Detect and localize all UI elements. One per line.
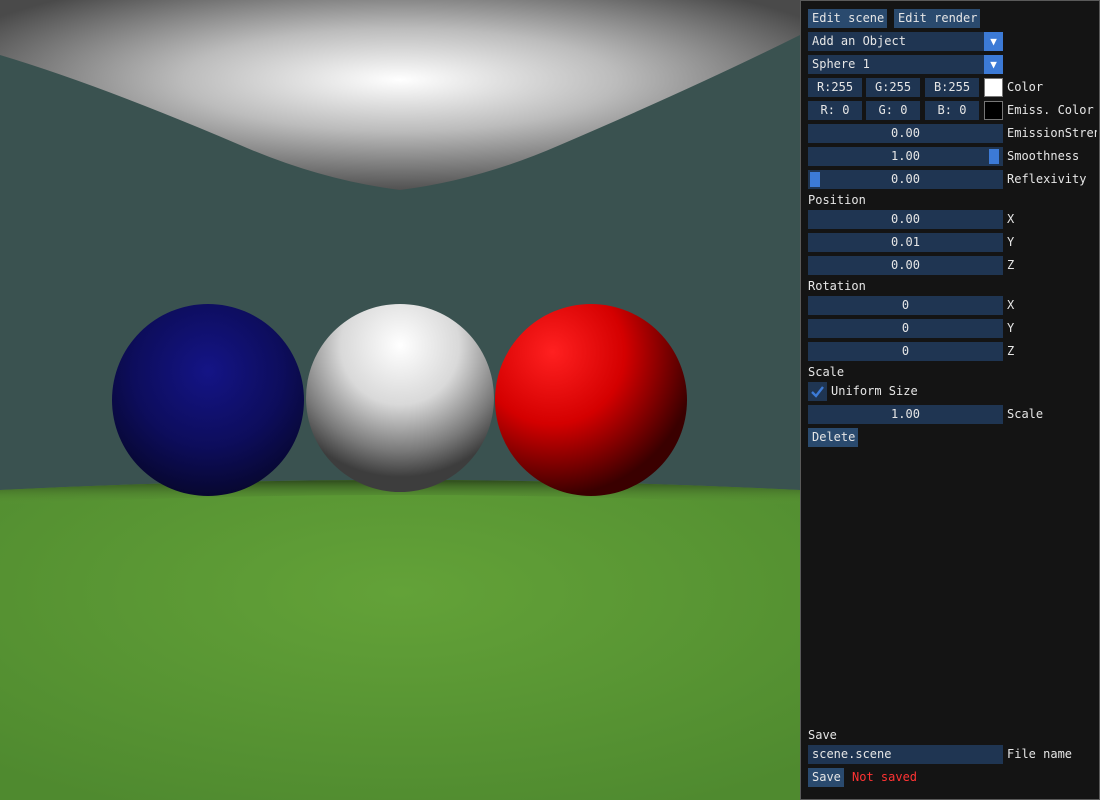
file-name-label: File name (1007, 747, 1073, 761)
rotation-z-label: Z (1007, 344, 1015, 358)
save-heading: Save (808, 728, 837, 742)
position-x-label: X (1007, 212, 1015, 226)
uniform-size-checkbox[interactable] (808, 382, 827, 401)
position-x-input[interactable]: 0.00 (808, 210, 1003, 229)
emission-strength-input[interactable]: 0.00 (808, 124, 1003, 143)
smoothness-label: Smoothness (1007, 149, 1080, 163)
floor (0, 480, 800, 800)
scale-label: Scale (1007, 407, 1044, 421)
edit-scene-button[interactable]: Edit scene (808, 9, 887, 28)
chevron-down-icon[interactable]: ▼ (984, 32, 1003, 51)
blue-sphere (112, 304, 304, 496)
reflexivity-label: Reflexivity (1007, 172, 1087, 186)
smoothness-slider[interactable]: 1.00 (808, 147, 1003, 166)
color-r-input[interactable]: R:255 (808, 78, 862, 97)
save-status: Not saved (852, 770, 918, 784)
scale-heading: Scale (808, 365, 845, 379)
reflexivity-slider-grab[interactable] (810, 172, 820, 187)
red-sphere (495, 304, 687, 496)
position-y-label: Y (1007, 235, 1015, 249)
rotation-heading: Rotation (808, 279, 866, 293)
object-select-value: Sphere 1 (812, 57, 870, 71)
smoothness-value: 1.00 (891, 149, 920, 163)
reflexivity-value: 0.00 (891, 172, 920, 186)
position-z-input[interactable]: 0.00 (808, 256, 1003, 275)
emission-b-input[interactable]: B: 0 (925, 101, 979, 120)
object-editor-panel: Edit scene Edit render Add an Object ▼ S… (800, 0, 1100, 800)
color-b-input[interactable]: B:255 (925, 78, 979, 97)
emission-r-input[interactable]: R: 0 (808, 101, 862, 120)
edit-render-button[interactable]: Edit render (894, 9, 980, 28)
rotation-x-label: X (1007, 298, 1015, 312)
emission-strength-label: EmissionStren (1007, 126, 1097, 140)
position-y-input[interactable]: 0.01 (808, 233, 1003, 252)
rendered-scene (0, 0, 800, 800)
object-select-combo[interactable]: Sphere 1 (808, 55, 1003, 74)
rotation-z-input[interactable]: 0 (808, 342, 1003, 361)
checkmark-icon (811, 386, 824, 398)
position-z-label: Z (1007, 258, 1015, 272)
emission-color-label: Emiss. Color (1007, 103, 1094, 117)
save-button[interactable]: Save (808, 768, 844, 787)
rotation-y-input[interactable]: 0 (808, 319, 1003, 338)
rotation-y-label: Y (1007, 321, 1015, 335)
color-g-input[interactable]: G:255 (866, 78, 920, 97)
file-name-input[interactable]: scene.scene (808, 745, 1003, 764)
emission-g-input[interactable]: G: 0 (866, 101, 920, 120)
chevron-down-icon[interactable]: ▼ (984, 55, 1003, 74)
scale-input[interactable]: 1.00 (808, 405, 1003, 424)
reflexivity-slider[interactable]: 0.00 (808, 170, 1003, 189)
smoothness-slider-grab[interactable] (989, 149, 999, 164)
white-sphere (306, 304, 494, 492)
delete-button[interactable]: Delete (808, 428, 858, 447)
add-object-combo[interactable]: Add an Object (808, 32, 1003, 51)
position-heading: Position (808, 193, 866, 207)
add-object-value: Add an Object (812, 34, 906, 48)
emission-color-swatch[interactable] (984, 101, 1003, 120)
color-swatch[interactable] (984, 78, 1003, 97)
rotation-x-input[interactable]: 0 (808, 296, 1003, 315)
color-label: Color (1007, 80, 1044, 94)
uniform-size-label: Uniform Size (831, 384, 918, 398)
render-viewport[interactable] (0, 0, 800, 800)
